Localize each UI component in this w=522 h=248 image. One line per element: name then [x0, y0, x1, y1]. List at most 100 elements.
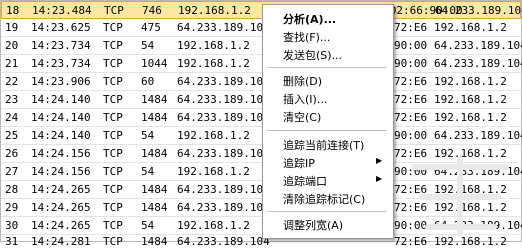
menu-item-label: 追踪端口	[283, 175, 327, 188]
cell-mac-tail: 90:00	[394, 129, 428, 142]
cell-protocol: TCP	[103, 57, 123, 70]
table-row[interactable]: 24 14:24.140 TCP 1484 64.233.189.104 72:…	[1, 109, 521, 127]
context-menu: 分析(A)... 查找(F)... 发送包(S)... 删除(D) 插入(I).…	[262, 4, 394, 239]
cell-protocol: TCP	[104, 4, 124, 17]
cell-source: 64.233.189.104	[177, 147, 270, 160]
menu-item-clear[interactable]: 清空(C)	[263, 107, 391, 125]
cell-no: 30	[5, 219, 19, 232]
cell-time: 14:23.734	[31, 39, 91, 52]
cell-no: 20	[5, 39, 19, 52]
menu-item-label: 分析(A)...	[283, 13, 337, 26]
menu-item-track-connection[interactable]: 追踪当前连接(T)	[263, 135, 391, 153]
cell-ip: 64.233.189.104	[435, 4, 522, 17]
cell-no: 24	[5, 111, 19, 124]
cell-time: 14:24.265	[31, 183, 91, 196]
cell-ip: 64.233.189.104	[434, 39, 522, 52]
cell-time: 14:24.156	[31, 165, 91, 178]
cell-length: 54	[141, 165, 155, 178]
cell-ip: 192.168.1.2	[434, 21, 507, 34]
cell-length: 1484	[141, 111, 168, 124]
cell-length: 1484	[141, 93, 168, 106]
cell-source: 64.233.189.104	[177, 75, 270, 88]
menu-item-track-port[interactable]: 追踪端口 ▶	[263, 171, 391, 189]
cell-time: 14:24.140	[31, 129, 91, 142]
cell-mac-tail: 72:E6	[394, 93, 428, 106]
cell-ip: 192.168.1.2	[434, 111, 507, 124]
menu-item-clear-tracking[interactable]: 清除追踪标记(C)	[263, 189, 391, 207]
menu-separator	[267, 211, 387, 212]
cell-no: 18	[6, 4, 20, 17]
menu-item-label: 查找(F)...	[283, 31, 331, 44]
watermark-logo	[411, 156, 509, 236]
cell-no: 19	[5, 21, 19, 34]
menu-item-label: 插入(I)...	[283, 93, 328, 106]
cell-protocol: TCP	[103, 129, 123, 142]
table-row[interactable]: 21 14:23.734 TCP 1044 192.168.1.2 90:00 …	[1, 55, 522, 73]
cell-source: 192.168.1.2	[177, 219, 250, 232]
cell-length: 54	[141, 39, 155, 52]
table-row[interactable]: 20 14:23.734 TCP 54 192.168.1.2 90:00 64…	[1, 37, 522, 55]
menu-item-analyze[interactable]: 分析(A)...	[263, 9, 391, 27]
cell-ip: 64.233.189.104	[434, 129, 522, 142]
menu-item-label: 清除追踪标记(C)	[283, 193, 366, 206]
cell-time: 14:23.625	[31, 21, 91, 34]
cell-length: 1484	[141, 147, 168, 160]
cell-source: 192.168.1.2	[177, 39, 250, 52]
cell-ip: 192.168.1.2	[434, 75, 507, 88]
cell-time: 14:24.156	[31, 147, 91, 160]
cell-time: 14:24.140	[31, 111, 91, 124]
cell-ip: 64.233.189.104	[434, 57, 522, 70]
cell-time: 14:24.265	[31, 219, 91, 232]
cell-no: 26	[5, 147, 19, 160]
menu-item-label: 删除(D)	[283, 75, 323, 88]
menu-item-label: 清空(C)	[283, 111, 322, 124]
cell-source: 192.168.1.2	[178, 4, 251, 17]
cell-no: 27	[5, 165, 19, 178]
cell-time: 14:23.906	[31, 75, 91, 88]
cell-no: 23	[5, 93, 19, 106]
menu-item-delete[interactable]: 删除(D)	[263, 71, 391, 89]
cell-no: 25	[5, 129, 19, 142]
table-row[interactable]: 22 14:23.906 TCP 60 64.233.189.104 72:E6…	[1, 73, 521, 91]
cell-protocol: TCP	[103, 219, 123, 232]
cell-time: 14:24.140	[31, 93, 91, 106]
cell-protocol: TCP	[103, 93, 123, 106]
cell-length: 746	[142, 4, 162, 17]
cell-source: 64.233.189.104	[177, 183, 270, 196]
cell-no: 21	[5, 57, 19, 70]
cell-source: 64.233.189.104	[177, 201, 270, 214]
table-row[interactable]: 19 14:23.625 TCP 475 64.233.189.104 72:E…	[1, 19, 521, 37]
menu-item-insert[interactable]: 插入(I)...	[263, 89, 391, 107]
cell-source: 192.168.1.2	[177, 165, 250, 178]
cell-protocol: TCP	[103, 39, 123, 52]
menu-item-adjust-columns[interactable]: 调整列宽(A)	[263, 215, 391, 233]
cell-no: 22	[5, 75, 19, 88]
cell-length: 1044	[141, 57, 168, 70]
cell-protocol: TCP	[103, 75, 123, 88]
cell-length: 60	[141, 75, 155, 88]
menu-item-send-packet[interactable]: 发送包(S)...	[263, 45, 391, 63]
table-row[interactable]: 25 14:24.140 TCP 54 192.168.1.2 90:00 64…	[1, 127, 522, 145]
cell-source: 64.233.189.104	[177, 111, 270, 124]
menu-item-label: 追踪IP	[283, 157, 315, 170]
cell-mac-tail: 72:E6	[394, 111, 428, 124]
cell-protocol: TCP	[103, 165, 123, 178]
menu-item-label: 追踪当前连接(T)	[283, 139, 365, 152]
menu-item-label: 发送包(S)...	[283, 49, 343, 62]
submenu-arrow-icon: ▶	[376, 156, 383, 165]
cell-source: 64.233.189.104	[177, 21, 270, 34]
menu-item-find[interactable]: 查找(F)...	[263, 27, 391, 45]
cell-protocol: TCP	[103, 111, 123, 124]
cell-length: 54	[141, 129, 155, 142]
menu-item-label: 调整列宽(A)	[283, 219, 344, 232]
table-row-selected[interactable]: 18 14:23.484 TCP 746 192.168.1.2 1046 00…	[1, 1, 522, 19]
cell-time: 14:23.484	[32, 4, 92, 17]
menu-separator	[267, 130, 387, 131]
cell-source: 192.168.1.2	[177, 129, 250, 142]
menu-item-track-ip[interactable]: 追踪IP ▶	[263, 153, 391, 171]
cell-protocol: TCP	[103, 183, 123, 196]
cell-no: 28	[5, 183, 19, 196]
cell-mac-tail: 72:E6	[394, 75, 428, 88]
table-row[interactable]: 23 14:24.140 TCP 1484 64.233.189.104 72:…	[1, 91, 521, 109]
cell-time: 14:23.734	[31, 57, 91, 70]
